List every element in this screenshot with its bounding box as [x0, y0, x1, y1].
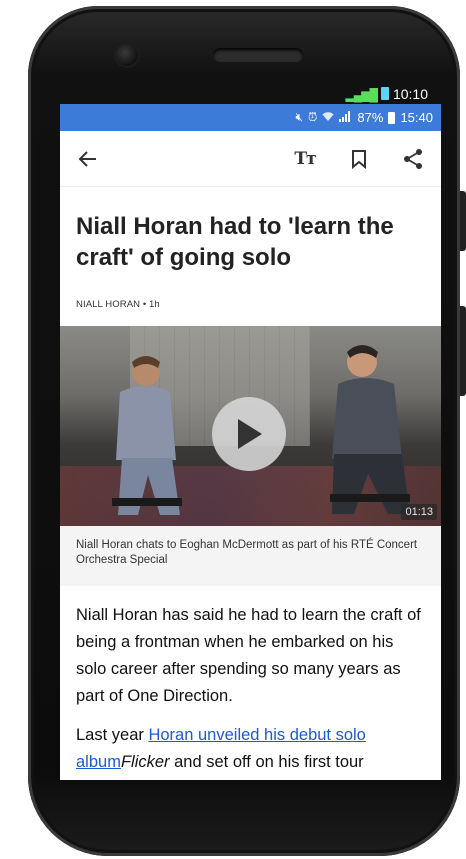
video-person-left	[112, 356, 182, 515]
device-status-bar: ▂▄▆█ 10:10	[60, 86, 432, 104]
video-player[interactable]: 01:13	[60, 326, 441, 526]
earpiece-speaker	[213, 48, 303, 62]
wifi-icon	[322, 111, 334, 125]
video-duration: 01:13	[401, 504, 437, 520]
signal-icon	[339, 110, 352, 125]
battery-percent: 87%	[357, 110, 384, 125]
paragraph-text: Last year	[76, 726, 149, 744]
mute-icon: 🔇︎	[295, 110, 304, 124]
video-person-right	[330, 345, 410, 514]
status-time: 15:40	[400, 110, 433, 125]
article-headline: Niall Horan had to 'learn the craft' of …	[76, 213, 394, 271]
alarm-icon: ⏰︎	[308, 110, 318, 124]
volume-button[interactable]	[460, 191, 466, 251]
device-clock: 10:10	[392, 86, 428, 102]
article-body: Niall Horan has said he had to learn the…	[60, 586, 441, 776]
app-screen: 🔇︎ ⏰︎ 87% 15:40 Tт Niall Horan had to 'l	[60, 104, 441, 780]
battery-icon	[380, 87, 389, 100]
play-icon	[238, 419, 262, 449]
status-bar: 🔇︎ ⏰︎ 87% 15:40	[60, 104, 441, 131]
article-toolbar: Tт	[60, 131, 441, 187]
article-paragraph: Last year Horan unveiled his debut solo …	[76, 722, 427, 776]
battery-icon	[388, 111, 396, 124]
share-icon[interactable]	[399, 145, 427, 173]
bookmark-icon[interactable]	[345, 145, 373, 173]
front-camera	[116, 44, 138, 66]
power-button[interactable]	[460, 306, 466, 396]
signal-icon: ▂▄▆█	[345, 88, 377, 102]
article-paragraph: Niall Horan has said he had to learn the…	[76, 606, 421, 705]
video-caption: Niall Horan chats to Eoghan McDermott as…	[60, 526, 441, 586]
play-button[interactable]	[212, 397, 286, 471]
back-arrow-icon[interactable]	[74, 145, 102, 173]
article-byline[interactable]: NIALL HORAN • 1h	[60, 273, 441, 310]
album-title: Flicker	[120, 753, 170, 771]
text-size-button[interactable]: Tт	[291, 145, 319, 173]
paragraph-text: and set off on his first tour	[169, 753, 364, 771]
